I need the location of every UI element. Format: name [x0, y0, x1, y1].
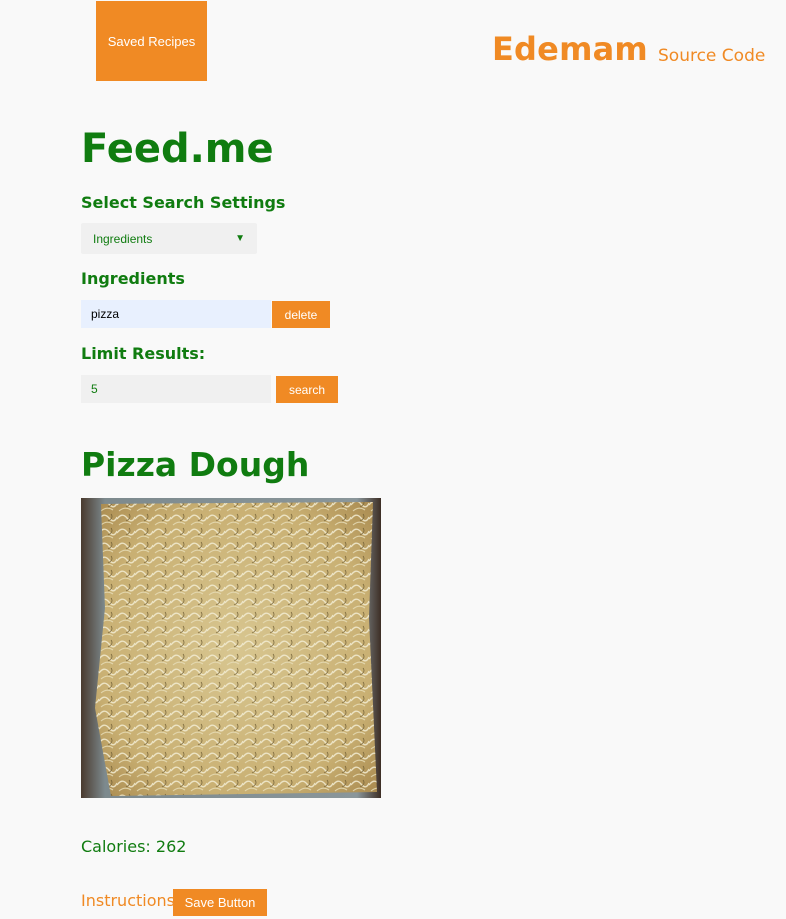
search-button[interactable]: search: [276, 376, 338, 403]
limit-results-label: Limit Results:: [81, 344, 206, 363]
save-button[interactable]: Save Button: [173, 889, 267, 916]
page-title: Feed.me: [81, 126, 274, 172]
saved-recipes-button[interactable]: Saved Recipes: [96, 1, 207, 81]
ingredient-input[interactable]: pizza: [81, 300, 271, 328]
recipe-image: [81, 498, 381, 798]
chevron-down-icon: ▼: [235, 233, 245, 244]
brand-logo: Edemam: [492, 30, 648, 68]
ingredients-label: Ingredients: [81, 269, 185, 288]
search-settings-label: Select Search Settings: [81, 193, 286, 212]
search-settings-select[interactable]: Ingredients ▼: [81, 223, 257, 254]
search-settings-value: Ingredients: [93, 231, 153, 246]
instructions-link[interactable]: Instructions: [81, 891, 175, 910]
source-code-link[interactable]: Source Code: [658, 46, 765, 66]
limit-results-input[interactable]: 5: [81, 375, 271, 403]
delete-button[interactable]: delete: [272, 301, 330, 328]
calories-text: Calories: 262: [81, 837, 187, 856]
page: Saved Recipes Edemam Source Code Feed.me…: [0, 0, 786, 919]
recipe-title: Pizza Dough: [81, 445, 310, 484]
pizza-dough-photo: [81, 498, 381, 798]
